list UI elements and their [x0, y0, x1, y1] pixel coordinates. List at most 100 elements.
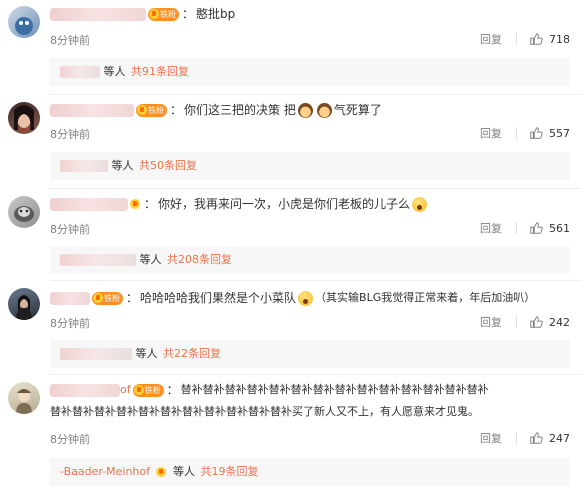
like-count: 247 — [549, 431, 570, 445]
comment-time: 8分钟前 — [50, 317, 90, 330]
thumb-up-icon[interactable] — [529, 315, 543, 329]
reply-names-suffix: 等人 — [111, 159, 134, 172]
reply-button[interactable]: 回复 — [480, 31, 502, 47]
avatar-image — [16, 295, 32, 320]
reply-summary[interactable]: -Baader-Meinhof 等人 共19条回复 — [50, 458, 570, 486]
avatar-image — [14, 105, 34, 131]
comment-item: ： 你好，我再来问一次，小虎是你们老板的儿子么 8分钟前 回复 561 等人 共… — [0, 190, 582, 278]
comment-text-continued: 替补替补替补替补替补替补替补替补替补替补替补买了新人又不上，有人愿意来才见鬼。 — [50, 405, 479, 418]
reply-names-suffix: 等人 — [103, 65, 126, 78]
vip-icon — [149, 9, 159, 19]
comment-text: 哈哈哈哈我们果然是个小菜队 — [140, 291, 297, 305]
avatar[interactable] — [8, 196, 40, 228]
username-redacted[interactable] — [50, 197, 128, 211]
avatar-image — [16, 389, 32, 414]
reply-names-redacted — [60, 254, 136, 266]
username-redacted[interactable] — [50, 7, 146, 21]
thumb-up-icon[interactable] — [529, 431, 543, 445]
divider — [516, 222, 517, 234]
reply-names-redacted — [60, 160, 108, 172]
woman-emoji-icon — [316, 102, 332, 118]
comment-text: 替补替补替补替补替补替补替补替补替补替补替补替补替补替补 — [180, 383, 489, 396]
comment-actions: 回复 242 — [480, 314, 570, 330]
reply-summary[interactable]: 等人 共208条回复 — [50, 246, 570, 274]
avatar-image — [15, 17, 33, 35]
comment-time: 8分钟前 — [50, 223, 90, 236]
divider — [516, 316, 517, 328]
badge-label: 铁粉 — [104, 293, 120, 303]
like-count: 718 — [549, 32, 570, 46]
vip-icon — [93, 293, 103, 303]
fan-badge: 铁粉 — [92, 291, 123, 305]
comment-time: 8分钟前 — [50, 128, 90, 141]
badge-label: 铁粉 — [160, 9, 176, 19]
reply-total-link[interactable]: 共91条回复 — [131, 65, 189, 78]
comment-actions: 回复 561 — [480, 220, 570, 236]
reply-button[interactable]: 回复 — [480, 314, 502, 330]
reply-user-link[interactable]: -Baader-Meinhof — [60, 465, 150, 478]
thumb-up-icon[interactable] — [529, 126, 543, 140]
shocked-emoji-icon — [298, 290, 314, 306]
reply-names-suffix: 等人 — [135, 347, 158, 360]
avatar[interactable] — [8, 382, 40, 414]
comment-item: 铁粉 ： 哈哈哈哈我们果然是个小菜队 （其实输BLG我觉得正常来着，年后加油叭）… — [0, 282, 582, 372]
divider — [516, 432, 517, 444]
vip-badge — [130, 198, 141, 211]
comment-time: 8分钟前 — [50, 433, 90, 446]
reply-total-link[interactable]: 共22条回复 — [163, 347, 221, 360]
comment-header: ： 你好，我再来问一次，小虎是你们老板的儿子么 — [50, 196, 429, 212]
colon: ： — [144, 197, 157, 211]
colon: ： — [182, 7, 195, 21]
divider — [50, 374, 582, 375]
reply-summary[interactable]: 等人 共50条回复 — [50, 152, 570, 180]
comment-header: of 铁粉 ： 替补替补替补替补替补替补替补替补替补替补替补替补替补替补 — [50, 382, 489, 398]
reply-summary[interactable]: 等人 共22条回复 — [50, 340, 570, 368]
divider — [516, 127, 517, 139]
comment-item: 铁粉 ： 你们这三把的决策 把 气死算了 8分钟前 回复 557 等人 共50条… — [0, 96, 582, 184]
colon: ： — [170, 103, 183, 117]
reply-total-link[interactable]: 共50条回复 — [139, 159, 197, 172]
reply-names-redacted — [60, 66, 100, 78]
avatar-image — [14, 206, 34, 222]
comment-text: 憨批bp — [196, 7, 236, 21]
like-count: 557 — [549, 126, 570, 140]
reply-button[interactable]: 回复 — [480, 125, 502, 141]
reply-names-suffix: 等人 — [173, 465, 196, 478]
avatar[interactable] — [8, 6, 40, 38]
vip-badge — [155, 466, 167, 479]
reply-button[interactable]: 回复 — [480, 220, 502, 236]
username-redacted[interactable] — [50, 103, 134, 117]
comment-text-line2: 替补替补替补替补替补替补替补替补替补替补替补买了新人又不上，有人愿意来才见鬼。 — [50, 404, 479, 420]
vip-icon — [155, 467, 166, 477]
comment-text: 你们这三把的决策 把 — [184, 103, 296, 117]
comment-header: 铁粉 ： 哈哈哈哈我们果然是个小菜队 （其实输BLG我觉得正常来着，年后加油叭） — [50, 290, 535, 306]
divider — [50, 188, 582, 189]
comment-actions: 回复 247 — [480, 430, 570, 446]
comment-header: 铁粉 ： 你们这三把的决策 把 气死算了 — [50, 102, 382, 118]
divider — [50, 280, 582, 281]
username-redacted[interactable] — [50, 291, 90, 305]
like-count: 242 — [549, 315, 570, 329]
reply-total-link[interactable]: 共19条回复 — [201, 465, 259, 478]
badge-label: 铁粉 — [144, 385, 161, 395]
username-tail[interactable]: of — [120, 382, 131, 398]
thumb-up-icon[interactable] — [529, 221, 543, 235]
avatar[interactable] — [8, 288, 40, 320]
reply-button[interactable]: 回复 — [480, 430, 502, 446]
avatar[interactable] — [8, 102, 40, 134]
username-redacted[interactable] — [50, 383, 120, 397]
fan-badge: 铁粉 — [136, 103, 167, 117]
like-count: 561 — [549, 221, 570, 235]
comment-text-tail: 气死算了 — [333, 103, 382, 117]
reply-summary[interactable]: 等人 共91条回复 — [50, 58, 570, 86]
comment-header: 铁粉 ： 憨批bp — [50, 6, 235, 22]
reply-total-link[interactable]: 共208条回复 — [167, 253, 232, 266]
comment-text-tail: （其实输BLG我觉得正常来着，年后加油叭） — [315, 291, 536, 304]
colon: ： — [166, 383, 179, 397]
thumb-up-icon[interactable] — [529, 32, 543, 46]
comment-actions: 回复 718 — [480, 31, 570, 47]
badge-label: 铁粉 — [148, 105, 164, 115]
comment-item: of 铁粉 ： 替补替补替补替补替补替补替补替补替补替补替补替补替补替补 替补替… — [0, 376, 582, 487]
reply-names-suffix: 等人 — [139, 253, 162, 266]
divider — [50, 94, 582, 95]
